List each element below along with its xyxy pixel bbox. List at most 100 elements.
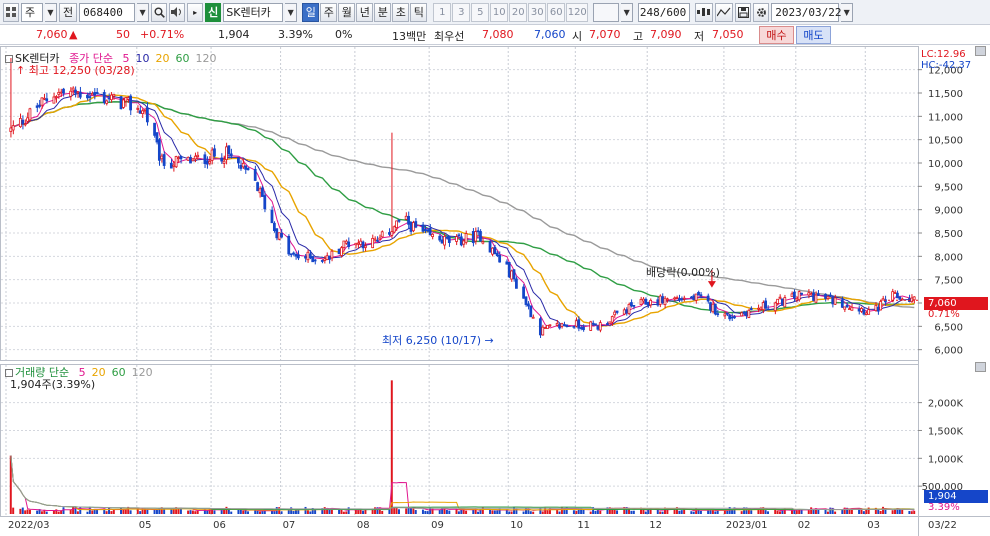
sell-button[interactable]: 매도: [796, 26, 831, 44]
candle-body: [208, 161, 212, 164]
interval-button-3[interactable]: 3: [452, 2, 471, 22]
volume-bar: [86, 511, 89, 514]
buy-button[interactable]: 매수: [759, 26, 794, 44]
high-note-text: 최고 12,250 (03/28): [28, 64, 135, 77]
volume-bar: [36, 510, 39, 514]
volume-bar: [242, 510, 245, 514]
ma-period-120: 120: [195, 52, 217, 65]
panel-toggle-icon[interactable]: [5, 55, 13, 63]
candle-body: [376, 239, 379, 242]
volume-bar: [45, 511, 48, 514]
crosshair-button[interactable]: [695, 2, 714, 22]
volume-bar: [879, 510, 882, 514]
search-icon: [154, 7, 165, 18]
save-button[interactable]: [735, 2, 752, 22]
vol-ma-line-20: [10, 455, 915, 511]
volume-bar: [596, 510, 599, 514]
period-tab-3[interactable]: 년: [356, 2, 374, 22]
candle-body: [694, 293, 698, 301]
volume-bar: [21, 507, 24, 514]
chevron-down-icon[interactable]: ▼: [137, 2, 150, 22]
candle-body: [610, 316, 614, 323]
candle-body: [71, 87, 75, 91]
candle-body: [816, 293, 820, 296]
interval-button-5[interactable]: 5: [471, 2, 490, 22]
candle-body: [90, 92, 94, 96]
grid-menu-button[interactable]: [3, 2, 19, 22]
period-tab-6[interactable]: 틱: [410, 2, 428, 22]
volume-bar: [910, 511, 913, 514]
settings-button[interactable]: [753, 2, 770, 22]
interval-button-1[interactable]: 1: [433, 2, 452, 22]
market-select[interactable]: 주: [21, 2, 43, 22]
stock-chart[interactable]: 2022/03 05 06 07 08 09 10 11 12 2023/01 02 03 03/22 6…: [0, 46, 990, 536]
interval-button-10[interactable]: 10: [490, 2, 509, 22]
credit-badge: 신: [205, 2, 222, 22]
tools-button[interactable]: [715, 2, 734, 22]
search-button[interactable]: [151, 2, 168, 22]
period-tab-0[interactable]: 일: [302, 2, 320, 22]
calendar-dropdown-icon[interactable]: ▼: [841, 2, 854, 22]
volume-panel-control[interactable]: [975, 362, 986, 372]
candle-body: [644, 298, 648, 305]
x-tick-label: 2023/01: [726, 520, 768, 531]
chevron-down-icon[interactable]: ▼: [45, 2, 57, 22]
candle-body: [689, 296, 693, 299]
volume-bar: [489, 509, 492, 514]
candle-body: [392, 226, 396, 233]
volume-bar: [776, 510, 779, 514]
candle-body: [354, 242, 358, 246]
interval-button-30[interactable]: 30: [528, 2, 547, 22]
interval-button-20[interactable]: 20: [509, 2, 528, 22]
period-tabs: 일주월년분초틱: [302, 2, 428, 22]
bar-count-input[interactable]: 248/600: [638, 2, 691, 22]
x-tick-label: 09: [431, 520, 444, 531]
candle-body: [680, 298, 684, 301]
period-tab-2[interactable]: 월: [338, 2, 356, 22]
chevron-down-icon[interactable]: ▼: [285, 2, 298, 22]
prev-next-button[interactable]: ▸: [187, 2, 204, 22]
candle-body: [812, 292, 815, 301]
volume-bar: [110, 511, 113, 514]
candle-body: [864, 312, 868, 315]
stock-code-input[interactable]: 068400: [79, 2, 136, 22]
candle-body: [560, 323, 564, 327]
period-tab-4[interactable]: 분: [374, 2, 392, 22]
jeon-button[interactable]: 전: [59, 2, 78, 22]
candle-body: [421, 224, 425, 232]
volume-bar: [690, 511, 693, 514]
chevron-down-icon[interactable]: ▼: [621, 2, 634, 22]
volume-bar: [726, 510, 729, 514]
candle-body: [766, 308, 770, 311]
candle-body: [488, 241, 492, 253]
candle-body: [239, 165, 243, 169]
candle-body: [112, 93, 116, 97]
candle-body: [857, 308, 861, 312]
volume-bar: [362, 510, 365, 514]
open-price: 7,070: [589, 28, 621, 41]
candle-body: [205, 160, 209, 165]
candle-body: [728, 314, 732, 320]
interval-custom-input[interactable]: [593, 2, 620, 22]
volume-bar: [227, 509, 230, 514]
period-tab-5[interactable]: 초: [392, 2, 410, 22]
candle-body: [713, 303, 717, 315]
candle-body: [723, 313, 727, 317]
candle-body: [390, 231, 394, 236]
period-tab-1[interactable]: 주: [320, 2, 338, 22]
candle-body: [749, 308, 753, 310]
chart-area[interactable]: 2022/03 05 06 07 08 09 10 11 12 2023/01 02 03 03/22 6…: [0, 46, 990, 536]
price-panel-control[interactable]: [975, 46, 986, 56]
volume-bar: [24, 510, 27, 514]
price-tick-label: 7,500: [934, 276, 963, 287]
candle-body: [860, 308, 863, 312]
date-input[interactable]: 2023/03/22: [771, 2, 841, 22]
volume-bar: [546, 510, 549, 514]
interval-button-120[interactable]: 120: [566, 2, 589, 22]
volume-bar: [273, 511, 276, 514]
speaker-button[interactable]: [169, 2, 186, 22]
candle-body: [344, 240, 348, 244]
interval-button-60[interactable]: 60: [547, 2, 566, 22]
candle-body: [778, 296, 782, 299]
interval-buttons: 1 3 5 10 20 30 60 120: [433, 2, 589, 22]
